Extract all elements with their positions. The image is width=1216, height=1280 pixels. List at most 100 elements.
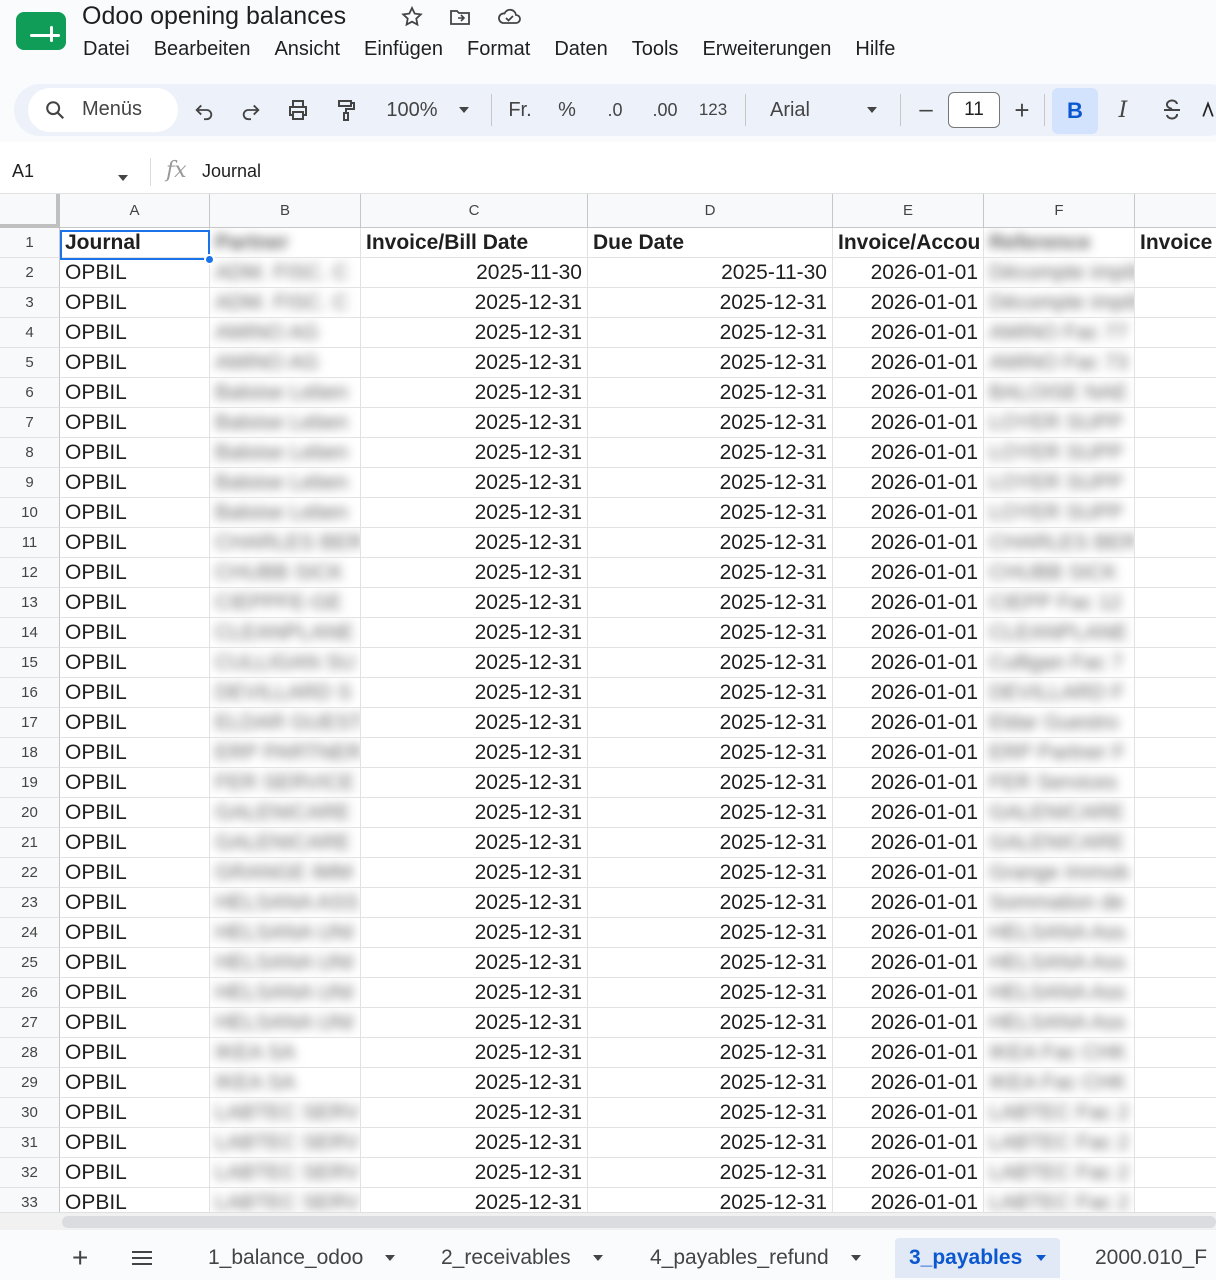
cell-accounting-date[interactable]: 2026-01-01 bbox=[833, 858, 984, 888]
cell-accounting-date[interactable]: 2026-01-01 bbox=[833, 498, 984, 528]
row-header[interactable]: 14 bbox=[0, 618, 60, 648]
cell-partner[interactable]: FER SERVICE bbox=[210, 768, 361, 798]
menu-ansicht[interactable]: Ansicht bbox=[274, 38, 340, 64]
cell-invoice[interactable] bbox=[1135, 978, 1216, 1008]
cell-partner[interactable]: Baloise Leben bbox=[210, 408, 361, 438]
cell-invoice[interactable] bbox=[1135, 738, 1216, 768]
font-size-input[interactable]: 11 bbox=[948, 92, 1000, 128]
cell-journal[interactable]: OPBIL bbox=[60, 588, 210, 618]
cell-invoice-date[interactable]: 2025-12-31 bbox=[361, 708, 588, 738]
cell-invoice[interactable] bbox=[1135, 498, 1216, 528]
cell-partner[interactable]: CIEPPFE-GE bbox=[210, 588, 361, 618]
header-cell-due-date[interactable]: Due Date bbox=[588, 228, 833, 258]
cell-reference[interactable]: BALOISE NAE bbox=[984, 378, 1135, 408]
cell-partner[interactable]: HELSANA UNI bbox=[210, 918, 361, 948]
cell-invoice-date[interactable]: 2025-12-31 bbox=[361, 348, 588, 378]
cell-journal[interactable]: OPBIL bbox=[60, 1188, 210, 1212]
search-menus-input[interactable]: Menüs bbox=[28, 88, 178, 132]
cell-partner[interactable]: IKEA SA bbox=[210, 1038, 361, 1068]
cell-accounting-date[interactable]: 2026-01-01 bbox=[833, 1038, 984, 1068]
cell-accounting-date[interactable]: 2026-01-01 bbox=[833, 438, 984, 468]
cell-journal[interactable]: OPBIL bbox=[60, 288, 210, 318]
cell-reference[interactable]: AMINO Fac 73 bbox=[984, 348, 1135, 378]
cell-due-date[interactable]: 2025-12-31 bbox=[588, 588, 833, 618]
font-chevron-down-icon[interactable] bbox=[862, 94, 882, 126]
menu-hilfe[interactable]: Hilfe bbox=[855, 38, 895, 64]
italic-button[interactable]: I bbox=[1110, 94, 1136, 126]
cell-invoice-date[interactable]: 2025-12-31 bbox=[361, 1128, 588, 1158]
cell-accounting-date[interactable]: 2026-01-01 bbox=[833, 1128, 984, 1158]
column-header-c[interactable]: C bbox=[361, 194, 588, 228]
currency-format-button[interactable]: Fr. bbox=[505, 94, 535, 126]
cell-reference[interactable]: Décompte impôt bbox=[984, 258, 1135, 288]
all-sheets-icon[interactable] bbox=[130, 1238, 154, 1278]
row-header[interactable]: 9 bbox=[0, 468, 60, 498]
cell-due-date[interactable]: 2025-12-31 bbox=[588, 1188, 833, 1212]
increase-font-size-button[interactable]: + bbox=[1010, 94, 1034, 126]
row-header[interactable]: 6 bbox=[0, 378, 60, 408]
cell-partner[interactable]: Baloise Leben bbox=[210, 498, 361, 528]
row-header[interactable]: 16 bbox=[0, 678, 60, 708]
cell-partner[interactable]: DEVILLARD S bbox=[210, 678, 361, 708]
cell-invoice[interactable] bbox=[1135, 858, 1216, 888]
cell-accounting-date[interactable]: 2026-01-01 bbox=[833, 1188, 984, 1212]
cell-invoice[interactable] bbox=[1135, 678, 1216, 708]
cell-partner[interactable]: GALENICARE bbox=[210, 828, 361, 858]
cell-reference[interactable]: LOYER SUPP bbox=[984, 408, 1135, 438]
row-header[interactable]: 31 bbox=[0, 1128, 60, 1158]
cell-accounting-date[interactable]: 2026-01-01 bbox=[833, 1098, 984, 1128]
row-header[interactable]: 32 bbox=[0, 1158, 60, 1188]
cell-invoice-date[interactable]: 2025-12-31 bbox=[361, 318, 588, 348]
cell-partner[interactable]: ERP PARTNER bbox=[210, 738, 361, 768]
cell-partner[interactable]: AMINO AG bbox=[210, 348, 361, 378]
row-header[interactable]: 19 bbox=[0, 768, 60, 798]
cell-partner[interactable]: ADM. FISC. C bbox=[210, 258, 361, 288]
row-header[interactable]: 29 bbox=[0, 1068, 60, 1098]
name-box[interactable]: A1 bbox=[12, 161, 34, 182]
row-header[interactable]: 13 bbox=[0, 588, 60, 618]
cell-partner[interactable]: CHARLES BER bbox=[210, 528, 361, 558]
cell-due-date[interactable]: 2025-12-31 bbox=[588, 468, 833, 498]
name-box-chevron-down-icon[interactable] bbox=[118, 168, 128, 186]
cell-due-date[interactable]: 2025-12-31 bbox=[588, 918, 833, 948]
cell-accounting-date[interactable]: 2026-01-01 bbox=[833, 1068, 984, 1098]
cell-invoice-date[interactable]: 2025-12-31 bbox=[361, 768, 588, 798]
cell-invoice[interactable] bbox=[1135, 648, 1216, 678]
cell-invoice-date[interactable]: 2025-12-31 bbox=[361, 528, 588, 558]
cell-due-date[interactable]: 2025-12-31 bbox=[588, 528, 833, 558]
cell-accounting-date[interactable]: 2026-01-01 bbox=[833, 978, 984, 1008]
row-header[interactable]: 20 bbox=[0, 798, 60, 828]
cell-invoice-date[interactable]: 2025-12-31 bbox=[361, 1068, 588, 1098]
cell-journal[interactable]: OPBIL bbox=[60, 768, 210, 798]
cell-invoice[interactable] bbox=[1135, 1188, 1216, 1212]
cell-accounting-date[interactable]: 2026-01-01 bbox=[833, 888, 984, 918]
cell-journal[interactable]: OPBIL bbox=[60, 1008, 210, 1038]
cell-invoice[interactable] bbox=[1135, 258, 1216, 288]
cell-invoice[interactable] bbox=[1135, 1038, 1216, 1068]
strikethrough-icon[interactable] bbox=[1158, 94, 1186, 126]
column-header-d[interactable]: D bbox=[588, 194, 833, 228]
cell-journal[interactable]: OPBIL bbox=[60, 318, 210, 348]
cell-invoice[interactable] bbox=[1135, 348, 1216, 378]
cell-invoice[interactable] bbox=[1135, 588, 1216, 618]
cell-due-date[interactable]: 2025-12-31 bbox=[588, 1128, 833, 1158]
row-header[interactable]: 1 bbox=[0, 228, 60, 258]
cell-journal[interactable]: OPBIL bbox=[60, 798, 210, 828]
row-header[interactable]: 18 bbox=[0, 738, 60, 768]
cell-reference[interactable]: GALENICARE bbox=[984, 798, 1135, 828]
sheet-tab-1-balance-odoo[interactable]: 1_balance_odoo bbox=[208, 1238, 396, 1278]
cell-accounting-date[interactable]: 2026-01-01 bbox=[833, 918, 984, 948]
cell-journal[interactable]: OPBIL bbox=[60, 738, 210, 768]
row-header[interactable]: 33 bbox=[0, 1188, 60, 1212]
formula-input[interactable]: Journal bbox=[202, 161, 261, 182]
undo-icon[interactable] bbox=[190, 94, 218, 126]
cell-partner[interactable]: CLEANPLANE bbox=[210, 618, 361, 648]
cell-due-date[interactable]: 2025-12-31 bbox=[588, 498, 833, 528]
cell-due-date[interactable]: 2025-12-31 bbox=[588, 288, 833, 318]
cell-partner[interactable]: ADM. FISC. C bbox=[210, 288, 361, 318]
cell-accounting-date[interactable]: 2026-01-01 bbox=[833, 408, 984, 438]
cell-due-date[interactable]: 2025-12-31 bbox=[588, 438, 833, 468]
menu-format[interactable]: Format bbox=[467, 38, 530, 64]
menu-einfuegen[interactable]: Einfügen bbox=[364, 38, 443, 64]
cell-reference[interactable]: CHUBB SICK bbox=[984, 558, 1135, 588]
